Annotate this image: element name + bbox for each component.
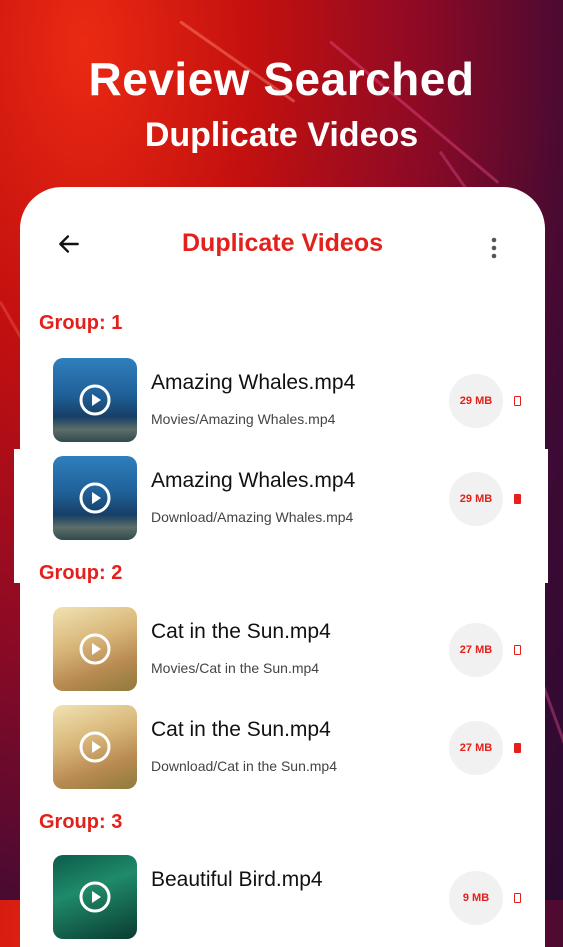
video-path: Download/Amazing Whales.mp4 bbox=[151, 509, 354, 525]
video-thumbnail bbox=[53, 456, 137, 540]
select-checkbox[interactable] bbox=[514, 893, 521, 903]
video-thumbnail bbox=[53, 705, 137, 789]
video-name: Beautiful Bird.mp4 bbox=[151, 868, 323, 891]
play-icon[interactable] bbox=[79, 731, 111, 763]
video-row[interactable]: Beautiful Bird.mp4 9 MB bbox=[20, 849, 545, 941]
video-row[interactable]: Amazing Whales.mp4 Download/Amazing Whal… bbox=[20, 450, 545, 542]
size-badge: 27 MB bbox=[449, 721, 503, 775]
video-name: Amazing Whales.mp4 bbox=[151, 469, 356, 492]
size-badge: 29 MB bbox=[449, 374, 503, 428]
video-path: Movies/Amazing Whales.mp4 bbox=[151, 411, 336, 427]
video-thumbnail bbox=[53, 855, 137, 939]
video-name: Amazing Whales.mp4 bbox=[151, 371, 356, 394]
video-row[interactable]: Amazing Whales.mp4 Movies/Amazing Whales… bbox=[20, 352, 545, 444]
size-badge: 9 MB bbox=[449, 871, 503, 925]
size-badge: 29 MB bbox=[449, 472, 503, 526]
video-row[interactable]: Cat in the Sun.mp4 Movies/Cat in the Sun… bbox=[20, 601, 545, 693]
video-name: Cat in the Sun.mp4 bbox=[151, 718, 331, 741]
video-path: Movies/Cat in the Sun.mp4 bbox=[151, 660, 320, 676]
select-checkbox[interactable] bbox=[514, 494, 521, 504]
group-label: Group: 2 bbox=[39, 562, 123, 584]
size-badge: 27 MB bbox=[449, 623, 503, 677]
video-name: Cat in the Sun.mp4 bbox=[151, 620, 331, 643]
select-checkbox[interactable] bbox=[514, 743, 521, 753]
video-row[interactable]: Cat in the Sun.mp4 Download/Cat in the S… bbox=[20, 699, 545, 791]
headline-subtitle: Duplicate Videos bbox=[144, 116, 419, 154]
play-icon[interactable] bbox=[79, 384, 111, 416]
video-thumbnail bbox=[53, 358, 137, 442]
page-title: Duplicate Videos bbox=[182, 229, 383, 257]
play-icon[interactable] bbox=[79, 633, 111, 665]
more-vertical-icon[interactable] bbox=[484, 235, 504, 261]
group-label: Group: 1 bbox=[39, 312, 123, 334]
play-icon[interactable] bbox=[79, 881, 111, 913]
video-path: Download/Cat in the Sun.mp4 bbox=[151, 758, 337, 774]
select-checkbox[interactable] bbox=[514, 645, 521, 655]
group-label: Group: 3 bbox=[39, 811, 123, 833]
play-icon[interactable] bbox=[79, 482, 111, 514]
select-checkbox[interactable] bbox=[514, 396, 521, 406]
app-bar: Duplicate Videos bbox=[20, 187, 545, 297]
phone-screen: Duplicate Videos Group: 1 Amazing Whales… bbox=[20, 187, 545, 947]
headline-title: Review Searched bbox=[88, 53, 475, 105]
video-thumbnail bbox=[53, 607, 137, 691]
